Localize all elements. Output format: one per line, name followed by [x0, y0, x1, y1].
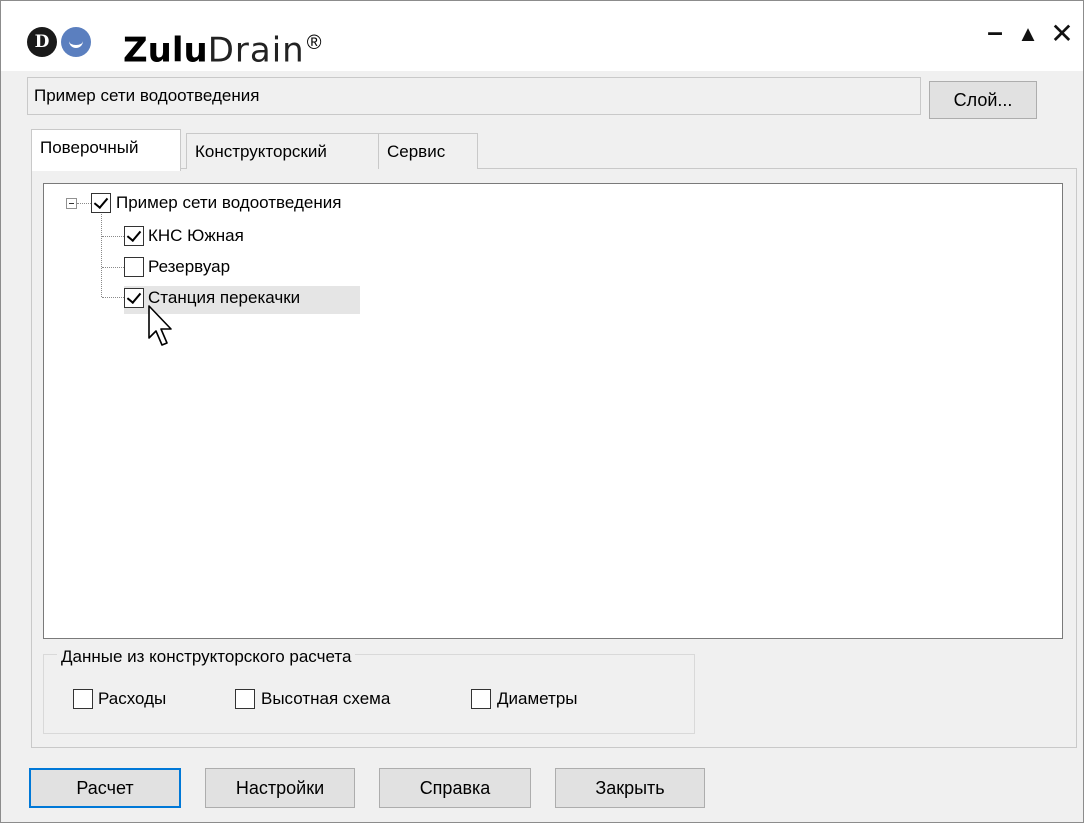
tree-connector: [102, 236, 124, 237]
close-button[interactable]: Закрыть: [555, 768, 705, 808]
app-title: ZuluDrain ®: [123, 30, 322, 71]
tree-item-checkbox[interactable]: [124, 226, 144, 246]
tab-service[interactable]: Сервис: [378, 133, 478, 169]
tree-item-checkbox[interactable]: [124, 288, 144, 308]
tree-item-label[interactable]: КНС Южная: [148, 225, 244, 247]
network-tree[interactable]: Пример сети водоотведения КНС Южная Резе…: [43, 183, 1063, 639]
tree-root-label[interactable]: Пример сети водоотведения: [116, 192, 341, 214]
close-window-button[interactable]: ✕: [1047, 19, 1077, 49]
tree-connector: [102, 267, 124, 268]
settings-button[interactable]: Настройки: [205, 768, 355, 808]
flows-label[interactable]: Расходы: [98, 688, 166, 710]
layer-name-field: Пример сети водоотведения: [27, 77, 921, 115]
flows-checkbox[interactable]: [73, 689, 93, 709]
tab-design[interactable]: Конструкторский: [186, 133, 379, 169]
height-scheme-label[interactable]: Высотная схема: [261, 688, 390, 710]
diameters-label[interactable]: Диаметры: [497, 688, 578, 710]
tab-verification[interactable]: Поверочный: [31, 129, 181, 171]
height-scheme-checkbox[interactable]: [235, 689, 255, 709]
logo-smile-icon: [61, 27, 91, 57]
title-bar: D ZuluDrain ® – ▲ ✕: [1, 1, 1083, 71]
collapse-icon[interactable]: [66, 198, 77, 209]
tree-connector: [102, 297, 124, 298]
tree-connector: [77, 203, 91, 204]
design-data-group-title: Данные из конструкторского расчета: [57, 647, 356, 667]
tree-root-checkbox[interactable]: [91, 193, 111, 213]
minimize-button[interactable]: –: [980, 17, 1010, 47]
maximize-button[interactable]: ▲: [1013, 19, 1043, 49]
logo-d-icon: D: [27, 27, 57, 57]
diameters-checkbox[interactable]: [471, 689, 491, 709]
mouse-pointer-icon: [148, 305, 172, 346]
tree-item-checkbox[interactable]: [124, 257, 144, 277]
help-button[interactable]: Справка: [379, 768, 531, 808]
zuludrain-dialog: D ZuluDrain ® – ▲ ✕ Пример сети водоотвед…: [0, 0, 1084, 823]
tree-connector: [101, 214, 102, 297]
calculate-button[interactable]: Расчет: [29, 768, 181, 808]
layer-select-button[interactable]: Слой...: [929, 81, 1037, 119]
tree-item-label[interactable]: Резервуар: [148, 256, 230, 278]
